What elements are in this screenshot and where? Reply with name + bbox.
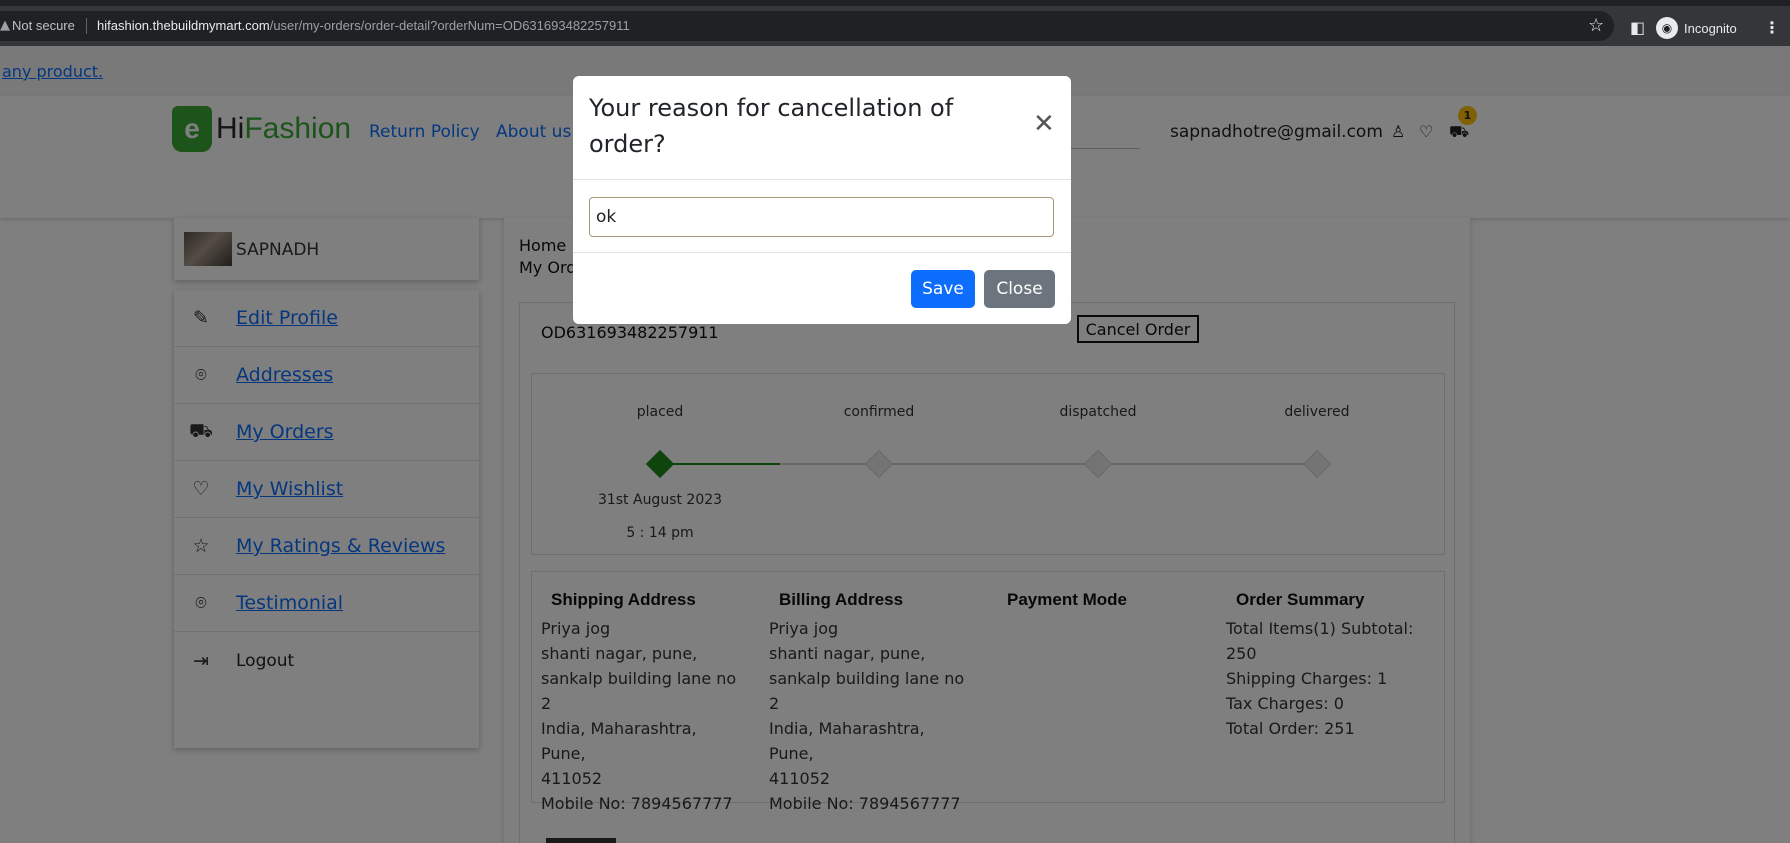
modal-footer-divider <box>573 252 1071 253</box>
browser-menu-icon[interactable]: ⋮ <box>1764 18 1780 37</box>
url-text[interactable]: hifashion.thebuildmymart.com/user/my-ord… <box>97 18 630 33</box>
incognito-icon: ◉ <box>1656 17 1678 39</box>
save-button[interactable]: Save <box>911 270 975 308</box>
close-button[interactable]: Close <box>984 270 1055 308</box>
modal-title: Your reason for cancellation of order? <box>589 94 954 158</box>
omnibox-divider <box>86 18 87 34</box>
address-bar[interactable]: ▲ Not secure hifashion.thebuildmymart.co… <box>0 11 1614 41</box>
close-icon[interactable]: ✕ <box>1033 111 1055 137</box>
incognito-label: Incognito <box>1684 20 1737 36</box>
side-panel-icon[interactable]: ◧ <box>1630 18 1645 37</box>
browser-toolbar: ▲ Not secure hifashion.thebuildmymart.co… <box>0 6 1790 46</box>
incognito-indicator[interactable]: ◉ Incognito <box>1656 17 1737 39</box>
security-label[interactable]: Not secure <box>12 18 75 33</box>
cancel-reason-modal: Your reason for cancellation of order? ✕… <box>573 76 1071 324</box>
modal-header: Your reason for cancellation of order? ✕ <box>573 76 1071 180</box>
bookmark-star-icon[interactable]: ☆ <box>1588 15 1604 36</box>
warning-icon[interactable]: ▲ <box>0 18 10 33</box>
cancel-reason-input[interactable] <box>589 197 1054 237</box>
